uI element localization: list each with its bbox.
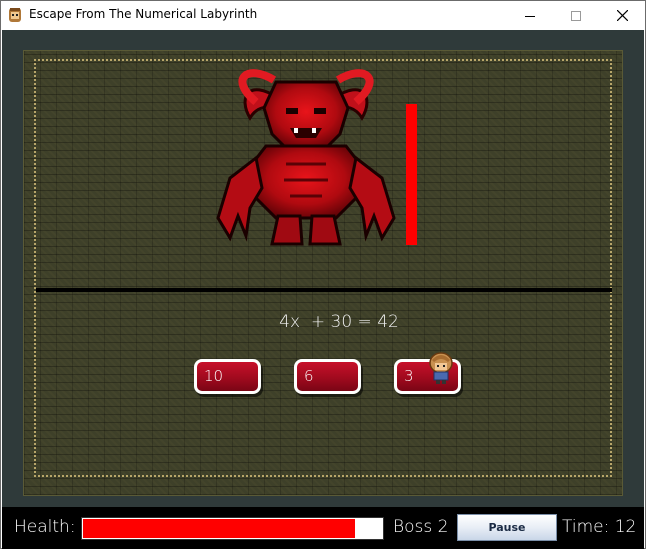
app-icon <box>9 8 21 22</box>
game-canvas: 4x + 30 = 42 10 6 3 <box>2 30 644 507</box>
answer-option-label: 10 <box>204 367 224 385</box>
time-label: Time: 12 <box>562 517 637 537</box>
player-health-fill <box>83 519 356 538</box>
maximize-icon <box>571 10 581 21</box>
answer-option-label: 6 <box>304 367 314 385</box>
close-icon <box>616 10 628 21</box>
close-button[interactable] <box>599 1 645 30</box>
minimize-icon <box>525 15 535 17</box>
player-character-icon <box>429 352 453 384</box>
health-label: Health: <box>14 517 76 537</box>
title-bar[interactable]: Escape From The Numerical Labyrinth <box>1 1 645 30</box>
pause-button[interactable]: Pause <box>457 514 557 541</box>
dungeon-arena: 4x + 30 = 42 10 6 3 <box>23 50 623 496</box>
demon-boss-icon <box>216 69 396 246</box>
player-health-bar <box>81 517 384 540</box>
maximize-button[interactable] <box>553 1 599 30</box>
boss-label: Boss 2 <box>393 517 449 537</box>
arena-divider <box>36 288 612 292</box>
window-title: Escape From The Numerical Labyrinth <box>29 7 258 21</box>
status-hud: Health: Boss 2 Pause Time: 12 <box>2 507 644 549</box>
answer-option-label: 3 <box>404 367 414 385</box>
answer-option-1[interactable]: 10 <box>194 359 261 394</box>
game-window: Escape From The Numerical Labyrinth 4x +… <box>0 0 646 549</box>
minimize-button[interactable] <box>507 1 553 30</box>
math-equation: 4x + 30 = 42 <box>279 312 399 332</box>
boss-health-bar <box>406 104 417 245</box>
answer-option-2[interactable]: 6 <box>294 359 361 394</box>
